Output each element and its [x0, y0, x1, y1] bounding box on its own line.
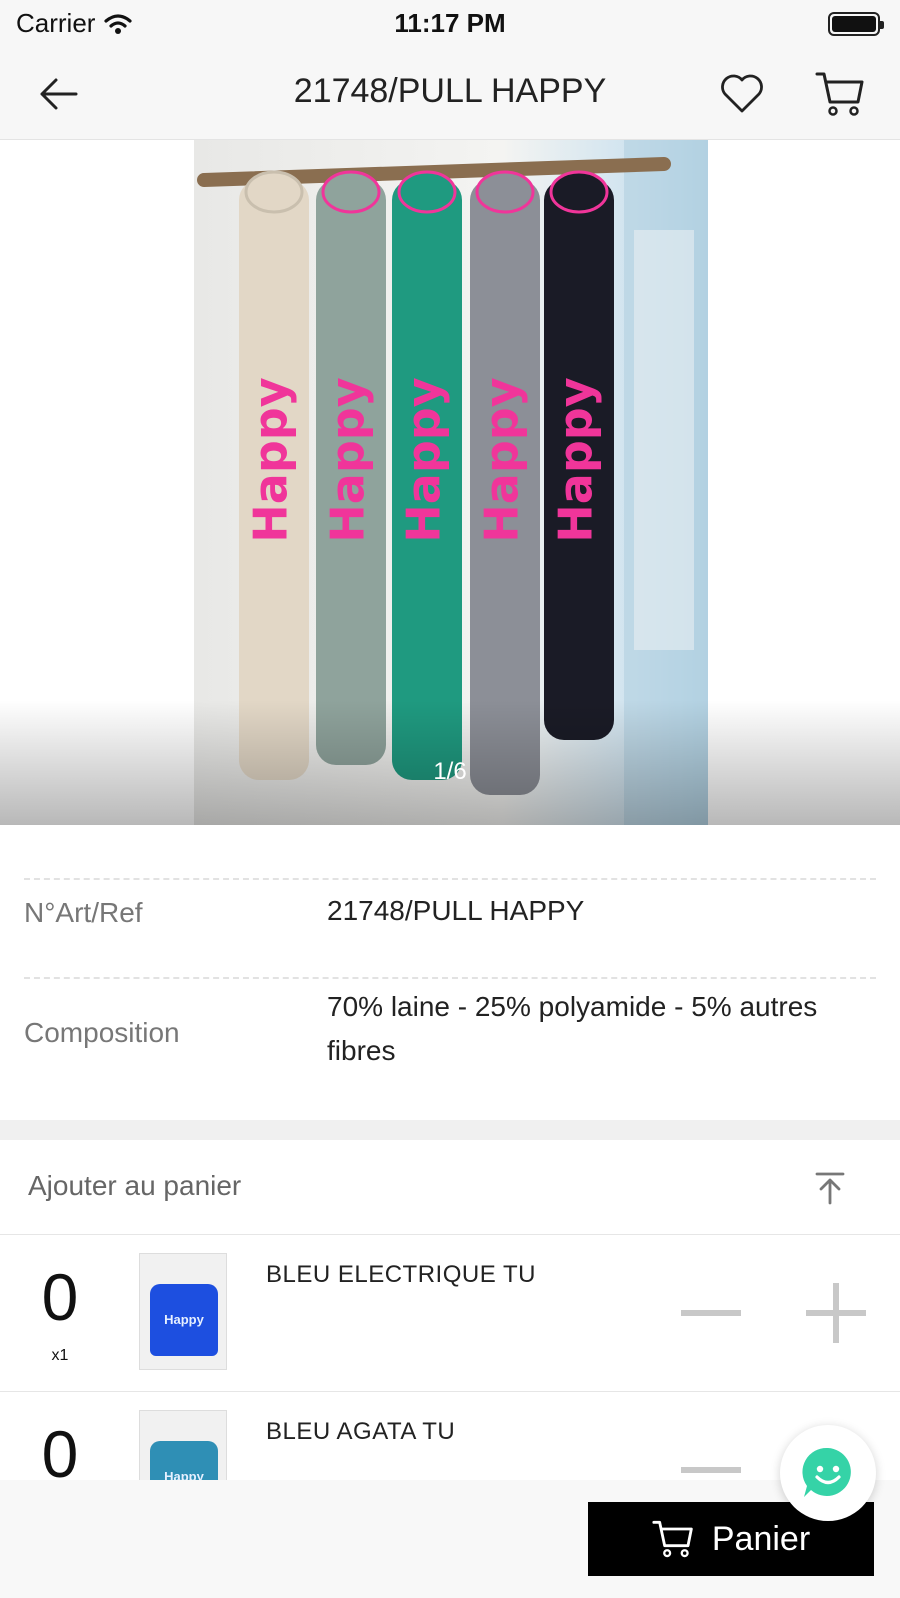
decrement-button[interactable] — [680, 1295, 742, 1331]
composition-value: 70% laine - 25% polyamide - 5% autres fi… — [327, 991, 818, 1066]
sweater-knot — [549, 170, 609, 214]
arrow-left-icon — [40, 78, 78, 110]
bottom-bar: Panier — [0, 1480, 900, 1598]
cart-icon — [815, 72, 864, 116]
variant-thumbnail: Happy — [139, 1253, 227, 1370]
product-image-gallery[interactable]: Happy Happy Happy Happy Happy 1/6 — [0, 140, 900, 825]
status-bar: Carrier 11:17 PM — [0, 0, 900, 48]
minus-icon — [681, 1310, 741, 1316]
ref-label: N°Art/Ref — [24, 897, 143, 928]
chat-button[interactable] — [780, 1425, 876, 1521]
variant-row: 0 x1 Happy BLEU ELECTRIQUE TU — [0, 1235, 900, 1392]
add-to-cart-header: Ajouter au panier — [0, 1140, 900, 1235]
ref-value: 21748/PULL HAPPY — [327, 895, 585, 926]
sweater-knot — [244, 170, 304, 214]
composition-label: Composition — [24, 1017, 180, 1048]
quantity-value: 0 — [41, 1260, 79, 1334]
minus-icon — [681, 1467, 741, 1473]
quantity-multiplier: x1 — [51, 1347, 69, 1364]
image-counter: 1/6 — [433, 758, 467, 785]
chat-smile-icon — [802, 1447, 851, 1497]
sweater-print-text: Happy — [397, 377, 451, 542]
sweater-print-text: Happy — [321, 377, 375, 542]
sweater-knot — [397, 170, 457, 214]
sweater-print-text: Happy — [475, 377, 529, 542]
sweater-print-text: Happy — [244, 377, 298, 542]
sweater-print-text: Happy — [549, 377, 603, 542]
scroll-to-top-button[interactable] — [808, 1166, 852, 1210]
divider — [24, 977, 876, 979]
sweater-knot — [475, 170, 535, 214]
status-time: 11:17 PM — [394, 8, 506, 38]
thumb-text: Happy — [164, 1312, 204, 1327]
heart-icon — [721, 74, 763, 113]
favorite-button[interactable] — [716, 68, 768, 120]
variant-name: BLEU AGATA TU — [266, 1418, 456, 1445]
cart-icon — [652, 1520, 693, 1558]
divider — [24, 878, 876, 880]
increment-button[interactable] — [806, 1283, 866, 1343]
section-separator — [0, 1120, 900, 1140]
cart-button-label: Panier — [711, 1519, 811, 1558]
sweater-knot — [321, 170, 381, 214]
navigation-bar: 21748/PULL HAPPY — [0, 48, 900, 140]
plus-icon — [806, 1283, 866, 1343]
battery-icon — [828, 12, 884, 36]
add-to-cart-title: Ajouter au panier — [28, 1170, 242, 1201]
back-button[interactable] — [34, 70, 82, 118]
cart-button[interactable] — [812, 66, 868, 122]
variant-name: BLEU ELECTRIQUE TU — [266, 1261, 536, 1288]
product-details: N°Art/Ref 21748/PULL HAPPY Composition 7… — [0, 825, 900, 1120]
arrow-up-to-top-icon — [815, 1172, 845, 1205]
page-title: 21748/PULL HAPPY — [293, 72, 607, 110]
